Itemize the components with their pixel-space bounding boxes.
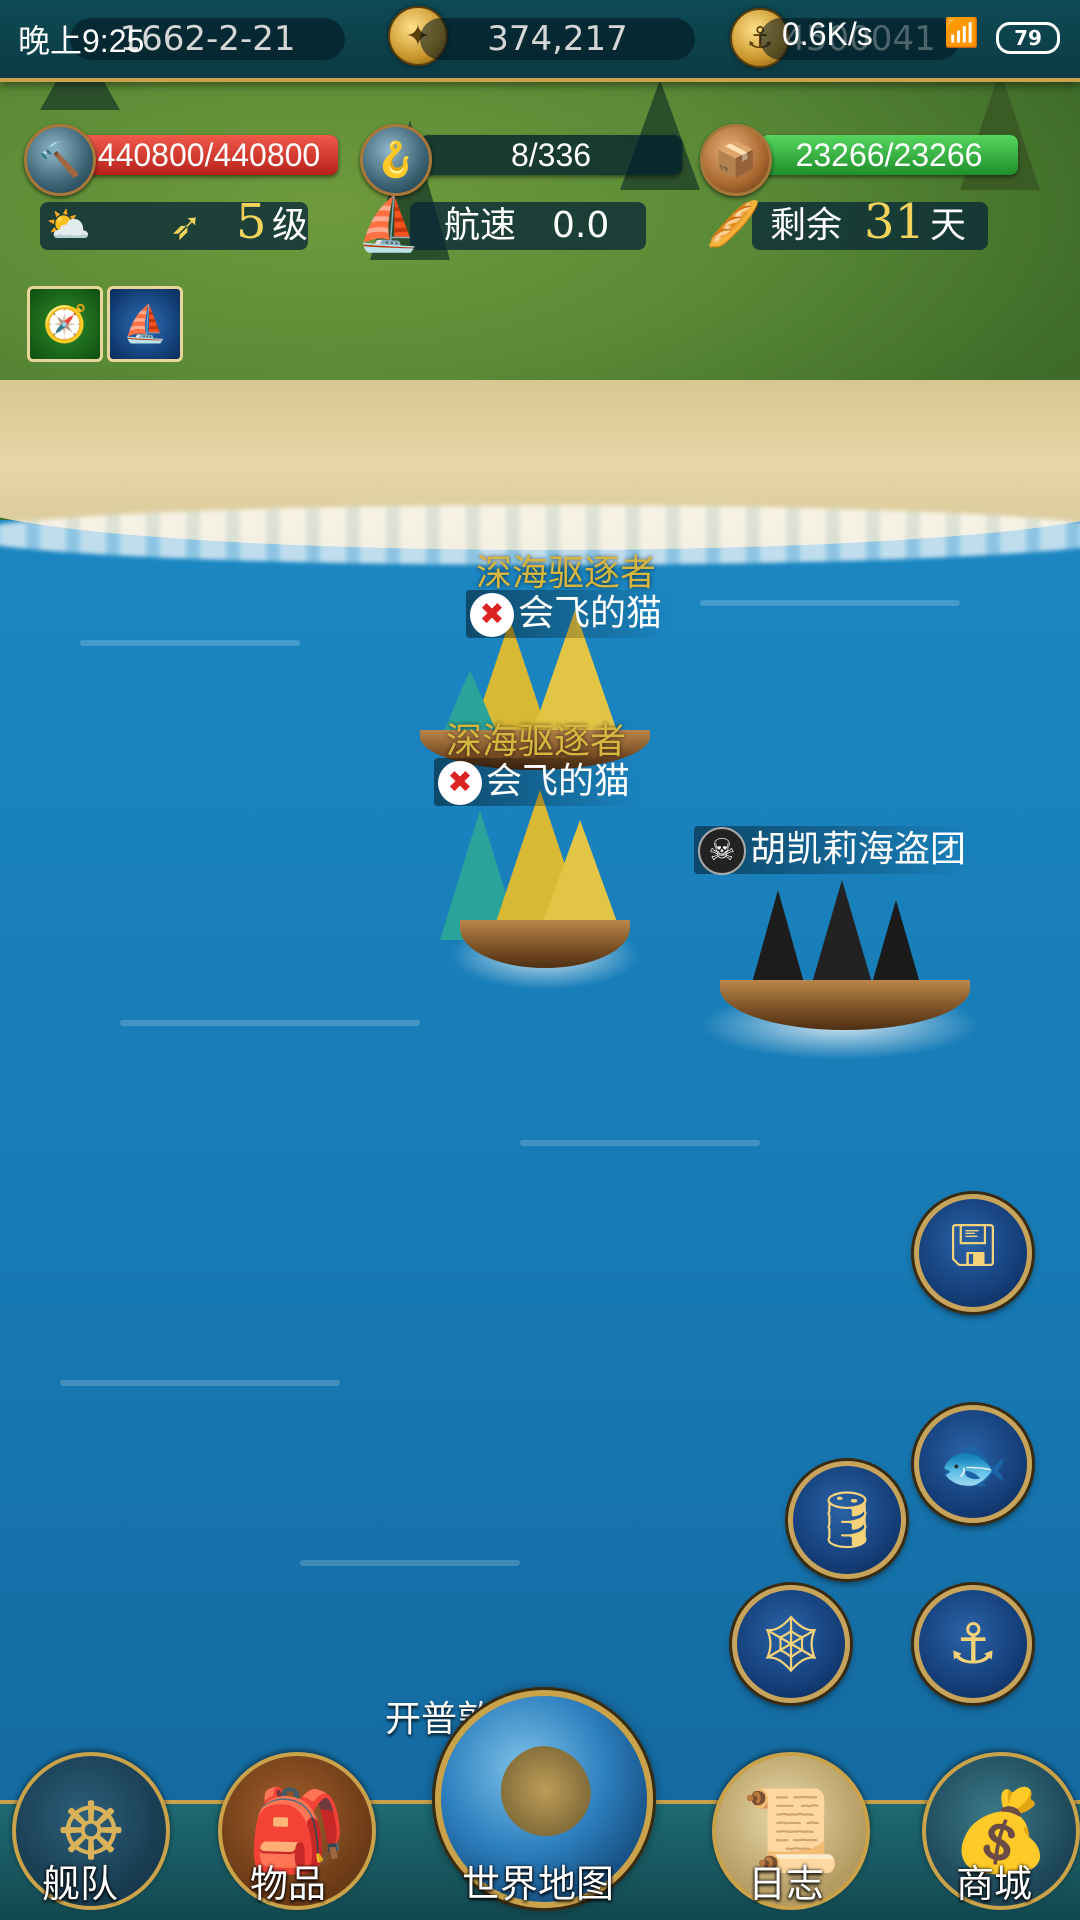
pirate-ship[interactable] <box>660 880 990 1060</box>
fleet-label: 舰队 <box>42 1862 119 1906</box>
items-label: 物品 <box>250 1862 327 1906</box>
supply-panel: 剩余 31 天 <box>752 198 988 250</box>
water-wave <box>120 1020 420 1026</box>
guild-name: 深海驱逐者 <box>446 721 627 762</box>
battery-icon: 79 <box>996 22 1060 54</box>
speed-label: 航速 <box>444 205 517 246</box>
sailor-icon: 🪝 <box>360 124 432 196</box>
level-unit: 级 <box>272 205 309 246</box>
clock: 晚上9:25 <box>18 23 145 59</box>
date-text: 1662-2-21 <box>119 19 296 59</box>
world-map-label: 世界地图 <box>462 1862 615 1906</box>
ship-name: 会飞的猫 <box>518 593 663 634</box>
remain-value: 31 <box>864 194 926 250</box>
guild-name: 深海驱逐者 <box>476 553 657 594</box>
net-icon[interactable]: 🕸 <box>732 1585 850 1703</box>
crate-icon: 📦 <box>700 124 772 196</box>
wind-icon: ➶ <box>170 204 202 248</box>
fish-icon[interactable]: 🐟 <box>914 1405 1032 1523</box>
water-wave <box>300 1560 520 1566</box>
pirate-name: 胡凯莉海盗团 <box>750 829 967 870</box>
coin-display: 374,217 <box>420 18 695 60</box>
remain-label: 剩余 <box>770 205 843 246</box>
water-wave <box>80 640 300 646</box>
ship-name-tag[interactable]: ✖ 会飞的猫 <box>434 758 639 806</box>
ship-name: 会飞的猫 <box>486 761 631 802</box>
barrel-icon[interactable]: 🛢 <box>788 1461 906 1579</box>
remain-unit: 天 <box>930 205 967 246</box>
skull-icon: ☠ <box>698 827 746 875</box>
weather-level-panel: ⛅ ➶ 5 级 <box>40 198 309 250</box>
hammer-icon: 🔨 <box>24 124 96 196</box>
speed-panel: 航速 0.0 <box>410 202 646 250</box>
ship-fleet-icon[interactable]: ⛵ <box>107 286 183 362</box>
ship-speed-icon: ⛵ <box>356 195 421 255</box>
water-wave <box>60 1380 340 1386</box>
weather-icon: ⛅ <box>46 205 91 246</box>
bread-icon: 🥖 <box>706 199 761 250</box>
speed-value: 0.0 <box>552 205 610 246</box>
coin-text: 374,217 <box>487 19 628 59</box>
durability-text: 440800/440800 <box>97 137 321 173</box>
pirate-cross-icon: ✖ <box>438 761 482 805</box>
crew-bar: 8/336 <box>420 135 682 175</box>
player-ship-2[interactable] <box>420 790 640 990</box>
anchor-icon[interactable]: ⚓ <box>914 1585 1032 1703</box>
ship-name-tag[interactable]: ✖ 会飞的猫 <box>466 590 671 638</box>
game-screen: 1662-2-21 ✦ 374,217 ⚓ 4500041 晚上9:25 0.6… <box>0 0 1080 1920</box>
water-wave <box>700 600 960 606</box>
compass-speed-icon[interactable]: 🧭 <box>27 286 103 362</box>
crew-text: 8/336 <box>510 137 592 173</box>
cargo-text: 23266/23266 <box>795 137 983 173</box>
level-value: 5 <box>236 194 267 250</box>
save-icon[interactable]: 🖫 <box>914 1194 1032 1312</box>
pirate-cross-icon: ✖ <box>470 593 514 637</box>
log-label: 日志 <box>748 1862 825 1906</box>
pirate-name-tag[interactable]: ☠ 胡凯莉海盗团 <box>694 826 975 875</box>
wifi-icon: 📶 <box>944 17 979 48</box>
water-wave <box>520 1140 760 1146</box>
shop-label: 商城 <box>956 1862 1033 1906</box>
cargo-bar: 23266/23266 <box>760 135 1018 175</box>
durability-bar: 440800/440800 <box>80 135 338 175</box>
network-speed: 0.6K/s <box>782 16 873 52</box>
